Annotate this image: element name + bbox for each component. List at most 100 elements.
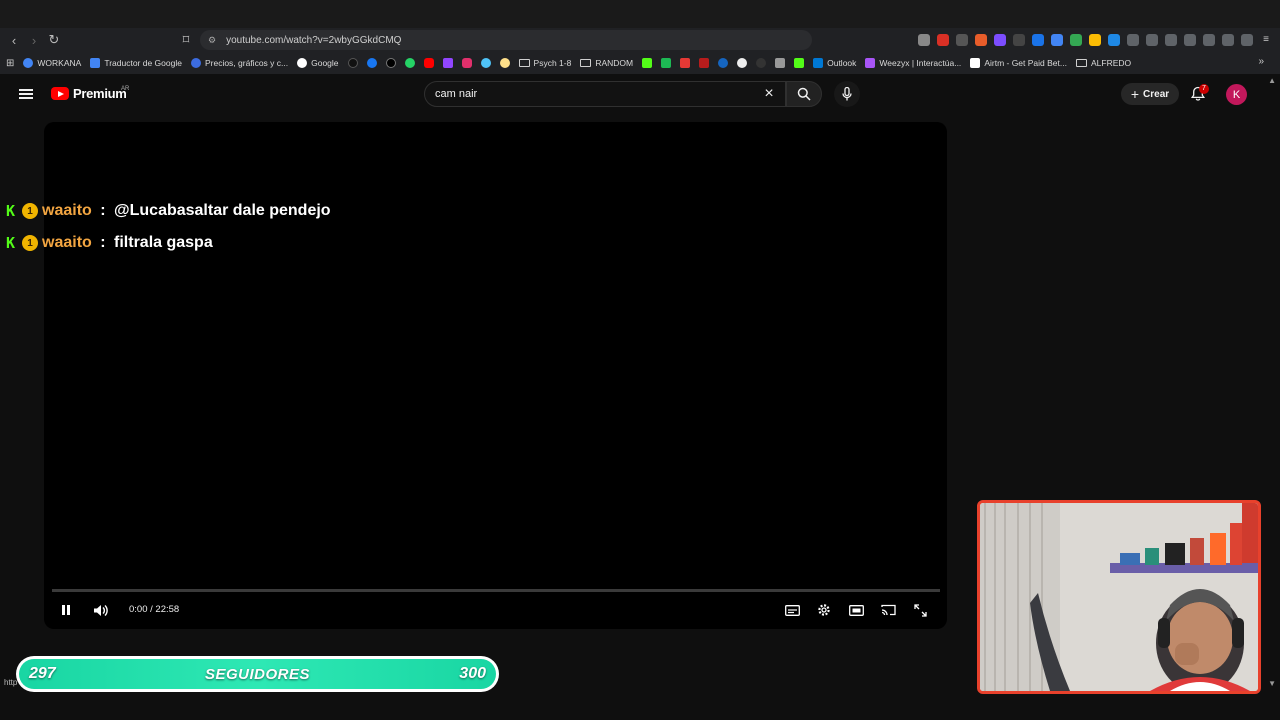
chat-message: K 1 waaito : @Lucabasaltar dale pendejo xyxy=(6,202,331,220)
kick-icon[interactable] xyxy=(642,58,653,68)
extension-icon[interactable] xyxy=(1108,34,1120,46)
search-input[interactable]: cam nair xyxy=(424,81,786,107)
cast-button[interactable] xyxy=(879,601,897,619)
bookmark-google[interactable]: Google xyxy=(297,58,339,68)
create-button[interactable]: + Crear xyxy=(1121,83,1179,105)
voice-search-button[interactable] xyxy=(834,81,860,107)
chat-separator: : xyxy=(95,234,111,251)
app-icon[interactable] xyxy=(699,58,710,68)
pause-button[interactable] xyxy=(57,601,75,619)
media-icon[interactable] xyxy=(1165,34,1177,46)
menu-icon[interactable]: ≡ xyxy=(1260,34,1272,46)
bookmark-translate[interactable]: Traductor de Google xyxy=(90,58,182,68)
whatsapp-icon[interactable] xyxy=(404,58,415,68)
workana-icon xyxy=(23,58,34,68)
back-icon[interactable]: ‹ xyxy=(4,30,24,50)
app-icon[interactable] xyxy=(718,58,729,68)
extensions-puzzle-icon[interactable] xyxy=(1127,34,1139,46)
extension-icon[interactable] xyxy=(1089,34,1101,46)
bookmark-outlook[interactable]: Outlook xyxy=(813,58,856,68)
fullscreen-button[interactable] xyxy=(911,601,929,619)
twitch-icon[interactable] xyxy=(442,58,453,68)
settings-button[interactable] xyxy=(815,601,833,619)
kick-icon[interactable] xyxy=(794,58,805,68)
bookmark-prices[interactable]: Precios, gráficos y c... xyxy=(190,58,288,68)
shield-icon[interactable] xyxy=(1241,34,1253,46)
folder-icon xyxy=(1075,59,1087,67)
search-icon xyxy=(797,87,811,101)
bookmark-folder-random[interactable]: RANDOM xyxy=(580,58,633,68)
webcam-overlay xyxy=(977,500,1261,694)
kick-icon: K xyxy=(6,202,16,220)
cast-icon xyxy=(880,604,896,616)
volume-icon xyxy=(93,604,108,616)
fullscreen-icon xyxy=(913,603,927,617)
followers-current: 297 xyxy=(29,665,56,682)
extension-icon[interactable] xyxy=(994,34,1006,46)
wallet-icon[interactable] xyxy=(1203,34,1215,46)
reload-icon[interactable]: ↻ xyxy=(44,30,64,50)
address-bar[interactable]: ⚙ youtube.com/watch?v=2wbyGGkdCMQ xyxy=(200,30,812,50)
subscriber-badge-icon: 1 xyxy=(22,203,38,219)
youtube-premium-logo[interactable]: Premium AR xyxy=(51,86,129,101)
extension-icon[interactable] xyxy=(918,34,930,46)
tiktok-icon[interactable] xyxy=(347,58,358,68)
app-icon[interactable] xyxy=(680,58,691,68)
scroll-down-arrow-icon[interactable]: ▼ xyxy=(1268,679,1276,688)
bookmark-folder-psych[interactable]: Psych 1-8 xyxy=(518,58,571,68)
app-icon[interactable] xyxy=(737,58,748,68)
bookmark-icon[interactable]: ⌑ xyxy=(176,30,196,50)
forward-icon[interactable]: › xyxy=(24,30,44,50)
avatar[interactable]: K xyxy=(1226,84,1247,105)
chat-text: @Lucabasaltar dale pendejo xyxy=(114,202,331,219)
extension-icon[interactable] xyxy=(956,34,968,46)
apps-icon[interactable]: ⊞ xyxy=(6,58,14,69)
x-icon[interactable] xyxy=(385,58,396,68)
cloud-icon[interactable] xyxy=(480,58,491,68)
chat-bubble-icon[interactable] xyxy=(499,58,510,68)
bookmark-folder-alfredo[interactable]: ALFREDO xyxy=(1075,58,1131,68)
kick-icon: K xyxy=(6,234,16,252)
extension-icon[interactable] xyxy=(1032,34,1044,46)
chat-text: filtrala gaspa xyxy=(114,234,213,251)
followers-goal-fill: 297 SEGUIDORES 300 xyxy=(19,659,496,689)
scroll-up-arrow-icon[interactable]: ▲ xyxy=(1268,76,1276,85)
search-button[interactable] xyxy=(786,81,822,107)
extension-icon[interactable] xyxy=(1070,34,1082,46)
youtube-icon[interactable] xyxy=(423,58,434,68)
microphone-icon xyxy=(842,87,852,101)
folder-icon xyxy=(580,59,592,67)
ai-icon[interactable] xyxy=(1222,34,1234,46)
app-icon[interactable] xyxy=(661,58,672,68)
bookmark-airtm[interactable]: Airtm - Get Paid Bet... xyxy=(970,58,1067,68)
followers-label: SEGUIDORES xyxy=(204,665,311,683)
hamburger-menu-icon[interactable] xyxy=(19,89,33,99)
volume-button[interactable] xyxy=(91,601,109,619)
folder-icon xyxy=(518,59,530,67)
facebook-icon[interactable] xyxy=(366,58,377,68)
theater-mode-button[interactable] xyxy=(847,601,865,619)
app-icon[interactable] xyxy=(756,58,767,68)
instagram-icon[interactable] xyxy=(461,58,472,68)
search-query: cam nair xyxy=(435,88,478,100)
outlook-icon xyxy=(813,58,824,68)
extension-icon[interactable] xyxy=(1051,34,1063,46)
bookmarks-overflow-icon[interactable]: » xyxy=(1258,56,1264,67)
google-icon xyxy=(297,58,308,68)
extension-icon[interactable] xyxy=(937,34,949,46)
subtitles-button[interactable] xyxy=(783,601,801,619)
bookmark-workana[interactable]: WORKANA xyxy=(23,58,81,68)
extension-icon[interactable] xyxy=(1013,34,1025,46)
video-player[interactable] xyxy=(44,122,947,629)
progress-bar[interactable] xyxy=(52,589,940,592)
sidebar-icon[interactable] xyxy=(1184,34,1196,46)
bookmark-weezyx[interactable]: Weezyx | Interactúa... xyxy=(865,58,961,68)
youtube-play-icon xyxy=(51,87,69,100)
app-icon[interactable] xyxy=(775,58,786,68)
extension-icon[interactable] xyxy=(1146,34,1158,46)
theater-icon xyxy=(848,604,864,616)
browser-tab-strip xyxy=(0,0,1280,28)
extension-icon[interactable] xyxy=(975,34,987,46)
close-icon[interactable]: × xyxy=(761,86,777,102)
site-info-icon[interactable]: ⚙ xyxy=(208,35,216,46)
